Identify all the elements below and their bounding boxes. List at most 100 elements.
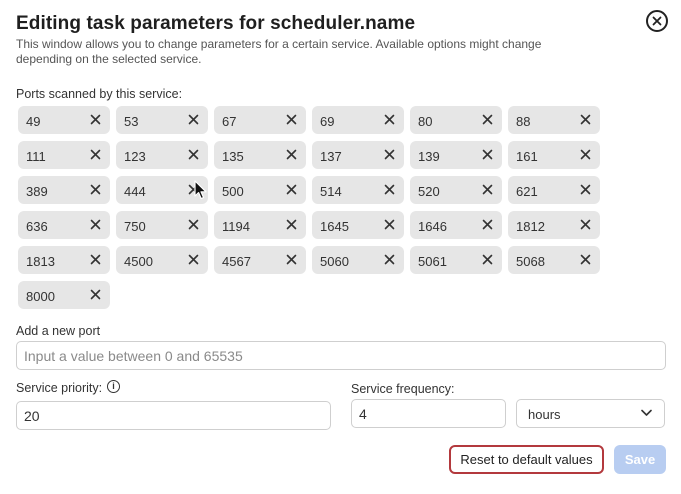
port-chip: 389	[18, 176, 110, 204]
close-icon	[652, 16, 662, 26]
port-chip: 161	[508, 141, 600, 169]
port-chip-label: 4567	[222, 254, 251, 269]
port-chip-label: 111	[26, 149, 46, 164]
ports-label: Ports scanned by this service:	[16, 87, 183, 101]
port-chip: 1813	[18, 246, 110, 274]
port-chip: 88	[508, 106, 600, 134]
new-port-input[interactable]	[16, 341, 666, 370]
remove-port-icon[interactable]	[90, 184, 101, 195]
port-chip-label: 135	[222, 149, 244, 164]
remove-port-icon[interactable]	[286, 149, 297, 160]
remove-port-icon[interactable]	[580, 219, 591, 230]
port-chip: 8000	[18, 281, 110, 309]
port-chip-label: 1813	[26, 254, 55, 269]
port-chip: 135	[214, 141, 306, 169]
remove-port-icon[interactable]	[482, 254, 493, 265]
remove-port-icon[interactable]	[286, 114, 297, 125]
frequency-unit-select[interactable]: hours	[516, 399, 665, 428]
port-chip-label: 4500	[124, 254, 153, 269]
port-chip-label: 514	[320, 184, 342, 199]
port-chip: 1194	[214, 211, 306, 239]
remove-port-icon[interactable]	[580, 184, 591, 195]
port-chip-label: 5060	[320, 254, 349, 269]
port-chip: 1645	[312, 211, 404, 239]
port-chip: 636	[18, 211, 110, 239]
remove-port-icon[interactable]	[580, 254, 591, 265]
remove-port-icon[interactable]	[482, 149, 493, 160]
priority-label: Service priority:	[16, 381, 103, 395]
remove-port-icon[interactable]	[286, 184, 297, 195]
port-chip: 137	[312, 141, 404, 169]
port-chip-label: 1645	[320, 219, 349, 234]
port-chip: 4567	[214, 246, 306, 274]
port-chip-label: 53	[124, 114, 139, 129]
port-chip: 5060	[312, 246, 404, 274]
edit-task-dialog: Editing task parameters for scheduler.na…	[0, 0, 681, 494]
port-chip-label: 139	[418, 149, 440, 164]
port-chip: 123	[116, 141, 208, 169]
dialog-description: This window allows you to change paramet…	[16, 37, 542, 66]
remove-port-icon[interactable]	[90, 289, 101, 300]
port-chip-label: 5068	[516, 254, 545, 269]
remove-port-icon[interactable]	[580, 149, 591, 160]
save-button[interactable]: Save	[614, 445, 666, 474]
remove-port-icon[interactable]	[188, 254, 199, 265]
remove-port-icon[interactable]	[384, 184, 395, 195]
remove-port-icon[interactable]	[286, 219, 297, 230]
port-chip-label: 621	[516, 184, 538, 199]
port-chip-label: 5061	[418, 254, 447, 269]
port-chip-label: 69	[320, 114, 335, 129]
remove-port-icon[interactable]	[188, 219, 199, 230]
port-chip: 80	[410, 106, 502, 134]
remove-port-icon[interactable]	[90, 114, 101, 125]
priority-input[interactable]	[16, 401, 331, 430]
port-chip: 49	[18, 106, 110, 134]
remove-port-icon[interactable]	[90, 149, 101, 160]
new-port-label: Add a new port	[16, 324, 101, 338]
remove-port-icon[interactable]	[188, 149, 199, 160]
port-chip-label: 500	[222, 184, 244, 199]
port-chip-label: 389	[26, 184, 48, 199]
reset-defaults-button[interactable]: Reset to default values	[449, 445, 604, 474]
close-button[interactable]	[646, 10, 668, 32]
port-chip-label: 636	[26, 219, 48, 234]
port-chip: 4500	[116, 246, 208, 274]
port-chip: 520	[410, 176, 502, 204]
port-chip-label: 137	[320, 149, 342, 164]
remove-port-icon[interactable]	[482, 219, 493, 230]
port-chip-label: 161	[516, 149, 538, 164]
info-icon[interactable]: i	[107, 380, 120, 393]
remove-port-icon[interactable]	[384, 149, 395, 160]
port-chip-label: 80	[418, 114, 433, 129]
port-chip: 1812	[508, 211, 600, 239]
remove-port-icon[interactable]	[384, 254, 395, 265]
remove-port-icon[interactable]	[90, 219, 101, 230]
remove-port-icon[interactable]	[482, 184, 493, 195]
port-chip-label: 520	[418, 184, 440, 199]
dialog-title: Editing task parameters for scheduler.na…	[16, 13, 416, 34]
port-chip-label: 1646	[418, 219, 447, 234]
port-chip: 67	[214, 106, 306, 134]
port-chip-label: 49	[26, 114, 41, 129]
port-chip: 5068	[508, 246, 600, 274]
port-chip-label: 750	[124, 219, 146, 234]
remove-port-icon[interactable]	[286, 254, 297, 265]
port-chip: 750	[116, 211, 208, 239]
port-chip: 500	[214, 176, 306, 204]
remove-port-icon[interactable]	[384, 114, 395, 125]
port-chip: 111	[18, 141, 110, 169]
port-chip: 5061	[410, 246, 502, 274]
remove-port-icon[interactable]	[90, 254, 101, 265]
remove-port-icon[interactable]	[188, 184, 199, 195]
frequency-input[interactable]	[351, 399, 506, 428]
port-chip-label: 123	[124, 149, 146, 164]
remove-port-icon[interactable]	[482, 114, 493, 125]
remove-port-icon[interactable]	[580, 114, 591, 125]
port-chip-label: 444	[124, 184, 146, 199]
frequency-label: Service frequency:	[351, 382, 455, 396]
port-chip-grid: 49 53 67 69 80 88 111 123 135 137 139 161 389 444 500 5…	[18, 106, 618, 309]
chevron-down-icon	[641, 409, 652, 416]
port-chip-label: 88	[516, 114, 531, 129]
remove-port-icon[interactable]	[384, 219, 395, 230]
remove-port-icon[interactable]	[188, 114, 199, 125]
